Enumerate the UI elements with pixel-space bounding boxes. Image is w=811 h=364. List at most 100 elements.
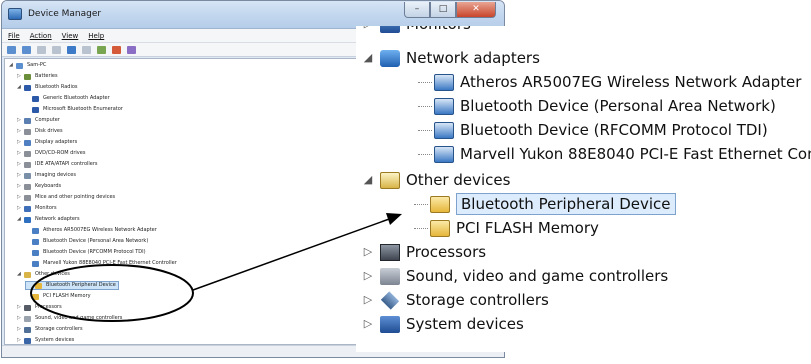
computer-category-node[interactable]: ▷ Computer bbox=[17, 116, 60, 125]
bluetooth-pan-node[interactable]: Bluetooth Device (Personal Area Network) bbox=[25, 237, 148, 246]
expander-icon[interactable]: ▷ bbox=[17, 72, 22, 81]
zoom-monitors-row[interactable]: ▷ Monitors bbox=[362, 26, 471, 36]
pci-flash-memory-node[interactable]: PCI FLASH Memory bbox=[25, 292, 91, 301]
zoom-marvell-row[interactable]: Marvell Yukon 88E8040 PCI-E Fast Etherne… bbox=[400, 142, 811, 166]
expander-icon[interactable]: ▷ bbox=[362, 26, 374, 36]
expander-icon[interactable]: ▷ bbox=[17, 325, 22, 334]
mice-node[interactable]: ▷ Mice and other pointing devices bbox=[17, 193, 115, 202]
tree-item-label: System devices bbox=[406, 315, 524, 333]
network-adapter-icon bbox=[434, 73, 454, 91]
device-category-icon bbox=[24, 84, 31, 91]
batteries-node[interactable]: ▷ Batteries bbox=[17, 72, 58, 81]
expander-icon[interactable]: ▷ bbox=[17, 182, 22, 191]
expander-icon[interactable]: ◢ bbox=[362, 46, 374, 70]
uninstall-icon[interactable] bbox=[112, 45, 121, 54]
system-devices-node[interactable]: ▷ System devices bbox=[17, 336, 74, 345]
back-icon[interactable] bbox=[7, 45, 16, 54]
scan-icon[interactable] bbox=[82, 45, 91, 54]
other-devices-node[interactable]: ◢ Other devices bbox=[17, 270, 70, 279]
sound-video-node[interactable]: ▷ Sound, video and game controllers bbox=[17, 314, 122, 323]
tree-item-label: Storage controllers bbox=[406, 291, 549, 309]
ide-controllers-node[interactable]: ▷ IDE ATA/ATAPI controllers bbox=[17, 160, 98, 169]
monitors-node[interactable]: ▷ Monitors bbox=[17, 204, 57, 213]
zoom-atheros-row[interactable]: Atheros AR5007EG Wireless Network Adapte… bbox=[400, 70, 801, 94]
zoom-network-adapters-row[interactable]: ◢ Network adapters bbox=[362, 46, 540, 70]
caption-buttons: – □ ✕ bbox=[404, 2, 496, 18]
device-category-icon bbox=[24, 161, 31, 168]
device-category-icon bbox=[32, 238, 39, 245]
marvell-yukon-node[interactable]: Marvell Yukon 88E8040 PCI-E Fast Etherne… bbox=[25, 259, 177, 268]
expander-icon[interactable]: ◢ bbox=[9, 61, 14, 70]
expander-icon[interactable]: ▷ bbox=[362, 240, 374, 264]
zoom-storage-row[interactable]: ▷ Storage controllers bbox=[362, 288, 549, 312]
expander-icon[interactable]: ▷ bbox=[17, 127, 22, 136]
menu-action[interactable]: Action bbox=[30, 29, 52, 42]
atheros-adapter-node[interactable]: Atheros AR5007EG Wireless Network Adapte… bbox=[25, 226, 157, 235]
storage-controllers-node[interactable]: ▷ Storage controllers bbox=[17, 325, 83, 334]
expander-icon[interactable]: ◢ bbox=[17, 83, 22, 92]
expander-icon[interactable]: ◢ bbox=[17, 270, 22, 279]
display-adapters-node[interactable]: ▷ Display adapters bbox=[17, 138, 77, 147]
expander-icon[interactable]: ▷ bbox=[17, 149, 22, 158]
menu-file[interactable]: File bbox=[8, 29, 20, 42]
menu-help[interactable]: Help bbox=[88, 29, 104, 42]
device-category-icon bbox=[24, 194, 31, 201]
device-category-icon bbox=[32, 260, 39, 267]
expander-icon[interactable]: ▷ bbox=[17, 160, 22, 169]
maximize-button[interactable]: □ bbox=[430, 2, 456, 18]
update-driver-icon[interactable] bbox=[97, 45, 106, 54]
properties-icon[interactable] bbox=[37, 45, 46, 54]
expander-icon[interactable]: ▷ bbox=[17, 171, 22, 180]
bluetooth-radios-node[interactable]: ◢ Bluetooth Radios bbox=[17, 83, 78, 92]
disable-icon[interactable] bbox=[127, 45, 136, 54]
expander-icon[interactable]: ◢ bbox=[362, 168, 374, 192]
device-category-icon bbox=[24, 337, 31, 344]
device-category-icon bbox=[24, 216, 31, 223]
expander-icon[interactable]: ▷ bbox=[17, 138, 22, 147]
tree-item-label: DVD/CD-ROM drives bbox=[35, 150, 86, 156]
zoom-sound-row[interactable]: ▷ Sound, video and game controllers bbox=[362, 264, 668, 288]
zoom-processors-row[interactable]: ▷ Processors bbox=[362, 240, 486, 264]
processors-node[interactable]: ▷ Processors bbox=[17, 303, 62, 312]
expander-icon[interactable]: ▷ bbox=[17, 116, 22, 125]
disk-drives-node[interactable]: ▷ Disk drives bbox=[17, 127, 63, 136]
tree-item-label: Marvell Yukon 88E8040 PCI-E Fast Etherne… bbox=[460, 145, 811, 163]
help-icon[interactable] bbox=[52, 45, 61, 54]
expander-icon[interactable]: ▷ bbox=[362, 264, 374, 288]
microsoft-bluetooth-enumerator-node[interactable]: Microsoft Bluetooth Enumerator bbox=[25, 105, 123, 114]
expander-icon[interactable]: ▷ bbox=[17, 336, 22, 345]
expander-icon[interactable]: ◢ bbox=[17, 215, 22, 224]
expander-icon[interactable]: ▷ bbox=[17, 303, 22, 312]
device-category-icon bbox=[24, 150, 31, 157]
expander-icon[interactable]: ▷ bbox=[17, 314, 22, 323]
expander-icon[interactable]: ▷ bbox=[362, 312, 374, 336]
bluetooth-peripheral-node[interactable]: Bluetooth Peripheral Device bbox=[25, 281, 119, 290]
processor-icon bbox=[380, 243, 400, 261]
menu-view[interactable]: View bbox=[62, 29, 79, 42]
tree-item-label: Display adapters bbox=[35, 139, 78, 145]
minimize-button[interactable]: – bbox=[404, 2, 430, 18]
expander-icon[interactable]: ▷ bbox=[17, 193, 22, 202]
dvd-cdrom-drives-node[interactable]: ▷ DVD/CD-ROM drives bbox=[17, 149, 85, 158]
zoom-bluetooth-peripheral-row[interactable]: Bluetooth Peripheral Device bbox=[396, 192, 676, 216]
device-icon[interactable] bbox=[67, 45, 76, 54]
generic-bluetooth-adapter-node[interactable]: Generic Bluetooth Adapter bbox=[25, 94, 110, 103]
tree-item-label: Bluetooth Device (RFCOMM Protocol TDI) bbox=[43, 249, 146, 255]
expander-icon[interactable]: ▷ bbox=[17, 204, 22, 213]
imaging-devices-node[interactable]: ▷ Imaging devices bbox=[17, 171, 76, 180]
forward-icon[interactable] bbox=[22, 45, 31, 54]
tree-item-label: Imaging devices bbox=[35, 172, 76, 178]
bluetooth-rfcomm-node[interactable]: Bluetooth Device (RFCOMM Protocol TDI) bbox=[25, 248, 146, 257]
keyboards-node[interactable]: ▷ Keyboards bbox=[17, 182, 61, 191]
zoom-system-devices-row[interactable]: ▷ System devices bbox=[362, 312, 524, 336]
tree-item-label: Bluetooth Device (RFCOMM Protocol TDI) bbox=[460, 121, 768, 139]
zoom-other-devices-row[interactable]: ◢ Other devices bbox=[362, 168, 511, 192]
close-button[interactable]: ✕ bbox=[456, 2, 496, 18]
computer-node[interactable]: ◢ Sam-PC bbox=[9, 61, 46, 70]
title-bar[interactable]: Device Manager – □ ✕ bbox=[2, 1, 504, 29]
zoom-bluetooth-rfcomm-row[interactable]: Bluetooth Device (RFCOMM Protocol TDI) bbox=[400, 118, 768, 142]
zoom-bluetooth-pan-row[interactable]: Bluetooth Device (Personal Area Network) bbox=[400, 94, 776, 118]
network-adapters-node[interactable]: ◢ Network adapters bbox=[17, 215, 80, 224]
zoom-pci-flash-row[interactable]: PCI FLASH Memory bbox=[396, 216, 599, 240]
expander-icon[interactable]: ▷ bbox=[362, 288, 374, 312]
